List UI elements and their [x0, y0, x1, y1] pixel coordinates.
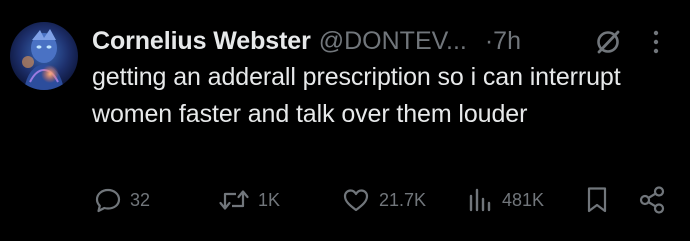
repost-icon — [219, 190, 249, 210]
reply-button[interactable]: 32 — [94, 183, 150, 217]
more-options-icon[interactable] — [643, 27, 669, 57]
bookmark-icon — [587, 187, 607, 213]
avatar[interactable] — [10, 22, 78, 90]
display-name[interactable]: Cornelius Webster — [92, 27, 311, 56]
reply-count: 32 — [130, 189, 151, 210]
tweet-text: getting an adderall prescription so i ca… — [92, 63, 621, 128]
like-count: 21.7K — [379, 189, 427, 210]
reply-icon — [95, 188, 121, 213]
user-handle[interactable]: @DONTEV... — [319, 27, 467, 56]
repost-count: 1K — [258, 189, 281, 210]
tweet-card[interactable]: Cornelius Webster @DONTEV... ·7h getting… — [0, 0, 690, 241]
share-icon — [639, 186, 665, 214]
timestamp[interactable]: ·7h — [485, 27, 521, 56]
views-count: 481K — [502, 189, 545, 210]
grok-icon[interactable] — [593, 27, 623, 57]
bookmark-button[interactable] — [584, 183, 610, 217]
views-button[interactable]: 481K — [466, 183, 544, 217]
repost-button[interactable]: 1K — [218, 183, 280, 217]
like-button[interactable]: 21.7K — [341, 183, 426, 217]
views-icon — [469, 188, 491, 212]
heart-icon — [343, 189, 369, 212]
share-button[interactable] — [638, 183, 666, 217]
